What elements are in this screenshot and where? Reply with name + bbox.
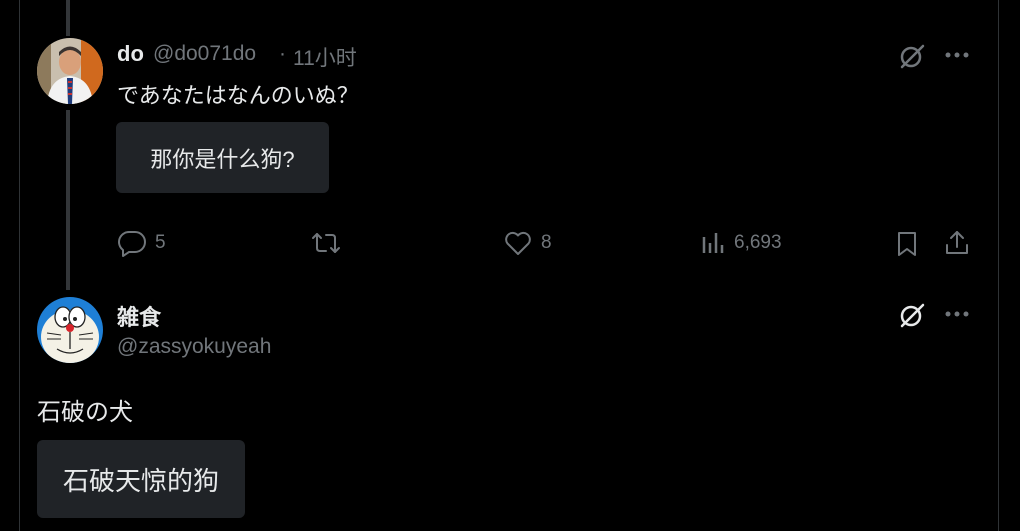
right-column-border <box>998 0 1020 531</box>
bookmark-icon[interactable] <box>894 230 920 258</box>
translation-text: 那你是什么狗? <box>150 146 295 172</box>
user-name[interactable]: do <box>117 41 144 67</box>
grok-icon[interactable] <box>898 301 926 329</box>
reply-icon <box>118 231 146 257</box>
user-name[interactable]: 雑食 <box>117 300 161 332</box>
tweet-text: であなたはなんのいぬ？ <box>117 83 359 108</box>
translation-box: 那你是什么狗? <box>116 122 329 193</box>
like-button[interactable]: 8 <box>503 229 552 257</box>
thread-line <box>66 110 70 290</box>
views-count: 6,693 <box>734 232 782 253</box>
more-icon[interactable] <box>944 49 970 61</box>
avatar[interactable] <box>37 38 103 104</box>
heart-icon <box>505 231 531 255</box>
retweet-button[interactable] <box>310 229 350 257</box>
thread-line-top <box>66 0 70 36</box>
reply-button[interactable]: 5 <box>117 229 166 257</box>
share-icon[interactable] <box>943 229 971 257</box>
like-count: 8 <box>541 232 552 253</box>
timestamp[interactable]: 11小时 <box>293 42 357 72</box>
views-button[interactable]: 6,693 <box>700 229 782 257</box>
avatar[interactable] <box>37 297 103 363</box>
retweet-icon <box>312 233 340 253</box>
user-handle[interactable]: @do071do <box>153 42 256 66</box>
grok-icon[interactable] <box>898 42 926 70</box>
more-icon[interactable] <box>944 308 970 320</box>
user-handle[interactable]: @zassyokuyeah <box>117 335 271 359</box>
translation-text: 石破天惊的狗 <box>62 465 219 496</box>
left-column-border <box>0 0 20 531</box>
views-icon <box>702 233 724 253</box>
reply-count: 5 <box>155 232 166 253</box>
translation-box: 石破天惊的狗 <box>37 440 245 518</box>
separator-dot: · <box>279 42 286 65</box>
tweet-text: 石破の犬 <box>37 399 133 426</box>
